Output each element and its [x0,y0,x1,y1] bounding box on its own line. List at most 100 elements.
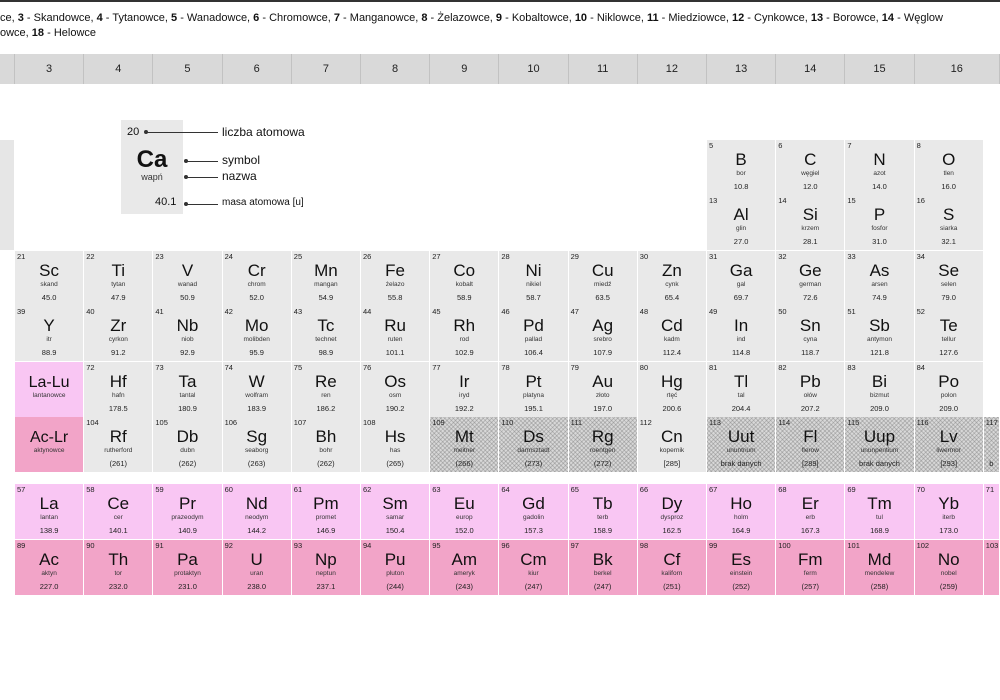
element-cell[interactable]: 42 Mo molibden 95.9 [222,306,292,362]
element-cell[interactable]: 80 Hg rtęć 200.6 [637,362,707,418]
element-cell[interactable]: 104 Rf rutherford (261) [84,417,154,473]
group-number: 14 [881,12,895,24]
element-cell[interactable]: 7 Nazot 14.0 [845,140,915,196]
element-cell[interactable]: 84 Po polon 209.0 [914,362,984,418]
element-cell[interactable]: 57 La lantan 138.9 [15,484,85,540]
element-cell[interactable]: 13 Al glin 27.0 [707,195,777,251]
element-cell[interactable]: 68 Er erb 167.3 [776,484,846,540]
element-cell[interactable]: 15 Pfosfor 31.0 [845,195,915,251]
element-cell[interactable]: La-Lu lantanowce [15,362,85,418]
element-cell[interactable]: 67 Ho holm 164.9 [707,484,777,540]
element-cell[interactable]: 24 Cr chrom 52.0 [222,251,292,307]
element-cell[interactable]: 6 Cwęgiel 12.0 [776,140,846,196]
element-cell[interactable]: 51 Sb antymon 121.8 [845,306,915,362]
element-cell[interactable]: 102 No nobel (259) [914,540,984,596]
element-cell[interactable]: 105 Db dubn (262) [153,417,223,473]
element-cell[interactable]: 23 Vwanad 50.9 [153,251,223,307]
element-cell[interactable]: 48 Cd kadm 112.4 [637,306,707,362]
element-cell[interactable]: 79 Au złoto 197.0 [568,362,638,418]
element-cell[interactable]: 91 Pa protaktyn 231.0 [153,540,223,596]
element-cell[interactable]: 65 Tb terb 158.9 [568,484,638,540]
element-cell[interactable]: 50 Sn cyna 118.7 [776,306,846,362]
element-cell[interactable]: 83 Bi bizmut 209.0 [845,362,915,418]
element-cell[interactable]: 59 Pr prazeodym 140.9 [153,484,223,540]
element-cell[interactable]: 27 Co kobalt 58.9 [430,251,500,307]
element-cell[interactable]: 81 Tl tal 204.4 [707,362,777,418]
element-symbol: Cf [663,550,681,569]
element-name: siarka [940,225,958,232]
element-cell[interactable]: 72 Hf hafn 178.5 [84,362,154,418]
element-cell[interactable]: 40 Zr cyrkon 91.2 [84,306,154,362]
element-cell[interactable]: 39 Yitr 88.9 [15,306,85,362]
element-cell[interactable]: 43 Tc technet 98.9 [291,306,361,362]
element-cell[interactable]: Ac-Lr aktynowce [15,417,85,473]
element-cell[interactable]: 95 Am ameryk (243) [430,540,500,596]
element-cell[interactable]: 21 Sc skand 45.0 [15,251,85,307]
element-cell[interactable]: 93 Np neptun 237.1 [291,540,361,596]
element-cell[interactable]: 74 Wwolfram 183.9 [222,362,292,418]
element-cell[interactable]: 25 Mn mangan 54.9 [291,251,361,307]
element-name: ameryk [453,570,475,577]
element-cell[interactable]: 58 Ce cer 140.1 [84,484,154,540]
element-cell[interactable]: 5 Bbor 10.8 [707,140,777,196]
element-cell[interactable]: 90 Th tor 232.0 [84,540,154,596]
element-cell[interactable]: 96 Cm kiur (247) [499,540,569,596]
element-cell[interactable]: 89 Ac aktyn 227.0 [15,540,85,596]
element-cell[interactable]: 62 Sm samar 150.4 [361,484,431,540]
element-cell[interactable]: 94 Pu pluton (244) [361,540,431,596]
element-cell[interactable]: 52 Te tellur 127.6 [914,306,984,362]
element-cell[interactable]: 63 Eu europ 152.0 [430,484,500,540]
element-cell[interactable]: 61 Pm promet 146.9 [291,484,361,540]
element-cell[interactable]: 66 Dy dysproz 162.5 [637,484,707,540]
element-cell[interactable]: 46 Pd pallad 106.4 [499,306,569,362]
element-cell[interactable]: 92 Uuran 238.0 [222,540,292,596]
element-cell[interactable]: 34 Se selen 79.0 [914,251,984,307]
element-cell[interactable]: 110 Ds darmsztadt (273) [499,417,569,473]
element-cell[interactable]: 71 [983,484,1000,540]
element-cell[interactable]: 107 Bh bohr (262) [291,417,361,473]
element-cell[interactable]: 75 Re ren 186.2 [291,362,361,418]
element-cell[interactable]: 73 Ta tantal 180.9 [153,362,223,418]
element-cell[interactable]: 101 Md mendelew (258) [845,540,915,596]
element-cell[interactable]: 113 Uut ununtrium brak danych [707,417,777,473]
element-cell[interactable]: 112 Cn kopernik [285] [637,417,707,473]
element-cell[interactable]: 44 Ru ruten 101.1 [361,306,431,362]
element-cell[interactable]: 76 Os osm 190.2 [361,362,431,418]
element-cell[interactable]: 64 Gd gadolin 157.3 [499,484,569,540]
element-cell[interactable]: 49 In ind 114.8 [707,306,777,362]
element-cell[interactable]: 47 Ag srebro 107.9 [568,306,638,362]
element-cell[interactable]: 100 Fm ferm (257) [776,540,846,596]
element-cell[interactable]: 8 Otlen 16.0 [914,140,984,196]
element-symbol: Es [731,550,752,569]
element-cell[interactable]: 30 Zn cynk 65.4 [637,251,707,307]
element-cell[interactable]: 29 Cu miedź 63.5 [568,251,638,307]
element-cell[interactable]: 31 Ga gal 69.7 [707,251,777,307]
element-cell[interactable]: 22 Ti tytan 47.9 [84,251,154,307]
element-cell[interactable]: 41 Nb niob 92.9 [153,306,223,362]
element-cell[interactable]: 108 Hs has (265) [361,417,431,473]
element-cell[interactable]: 99 Es einstein (252) [707,540,777,596]
element-cell[interactable]: 70 Yb iterb 173.0 [914,484,984,540]
element-cell[interactable]: 98 Cf kaliforn (251) [637,540,707,596]
element-cell[interactable]: 82 Pb ołów 207.2 [776,362,846,418]
element-cell[interactable]: 26 Fe żelazo 55.8 [361,251,431,307]
element-cell[interactable]: 78 Pt platyna 195.1 [499,362,569,418]
element-cell[interactable]: 33 As arsen 74.9 [845,251,915,307]
element-cell[interactable]: 116 Lv liwermor [293] [914,417,984,473]
element-cell[interactable]: 45 Rh rod 102.9 [430,306,500,362]
element-cell[interactable]: 117 b [983,417,1000,473]
element-cell[interactable]: 69 Tm tul 168.9 [845,484,915,540]
element-cell[interactable]: 103 [983,540,1000,596]
element-cell[interactable]: 111 Rg roentgen (272) [568,417,638,473]
element-cell[interactable]: 77 Ir iryd 192.2 [430,362,500,418]
element-cell[interactable]: 97 Bk berkel (247) [568,540,638,596]
element-cell[interactable]: 14 Si krzem 28.1 [776,195,846,251]
element-cell[interactable]: 28 Ni nikiel 58.7 [499,251,569,307]
element-cell[interactable]: 115 Uup ununpentium brak danych [845,417,915,473]
element-cell[interactable]: 60 Nd neodym 144.2 [222,484,292,540]
element-cell[interactable]: 32 Ge german 72.6 [776,251,846,307]
element-cell[interactable]: 106 Sg seaborg (263) [222,417,292,473]
element-cell[interactable]: 16 Ssiarka 32.1 [914,195,984,251]
element-cell[interactable]: 109 Mt meitner (266) [430,417,500,473]
element-cell[interactable]: 114 Fl flerow [289] [776,417,846,473]
